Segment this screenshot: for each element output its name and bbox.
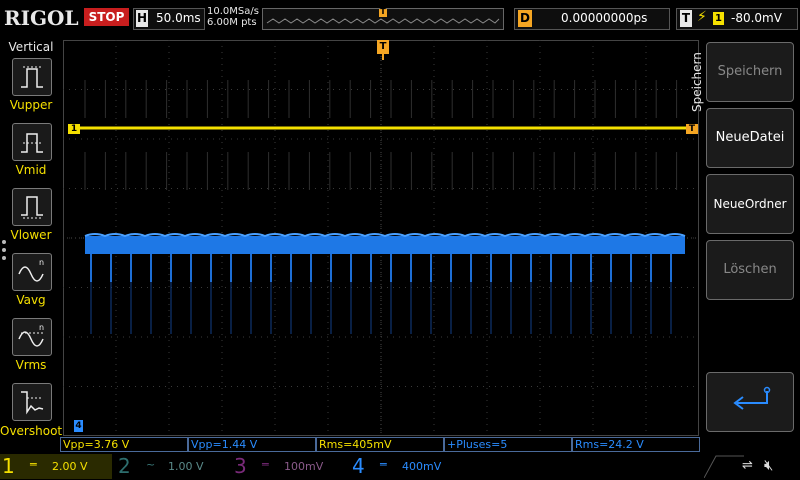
vertical-measure-panel: Vertical Vupper Vmid Vlower n Vavg n Vrm… bbox=[0, 36, 62, 440]
overshoot-label: Overshoot bbox=[0, 424, 63, 438]
neue-ordner-button[interactable]: NeueOrdner bbox=[706, 174, 794, 234]
timebase-value: 50.0ms bbox=[156, 11, 201, 25]
vavg-button[interactable]: n bbox=[12, 253, 52, 291]
measurement-ch4-vpp[interactable]: Vpp=1.44 V bbox=[188, 437, 316, 452]
delay-key: D bbox=[518, 10, 532, 27]
channel-2-number: 2 bbox=[118, 454, 131, 478]
trigger-box[interactable]: T ⚡ 1 -80.0mV bbox=[676, 8, 798, 30]
channel-3-number: 3 bbox=[234, 454, 247, 478]
channel-1-number: 1 bbox=[2, 454, 15, 478]
ch4-waveform-top bbox=[84, 233, 686, 238]
vmid-label: Vmid bbox=[15, 163, 47, 177]
vlower-label: Vlower bbox=[10, 228, 52, 242]
channel-2-scale: 1.00 V bbox=[168, 460, 204, 473]
vmid-button[interactable] bbox=[12, 123, 52, 161]
delay-box[interactable]: D 0.00000000ps bbox=[514, 8, 670, 30]
channel-4-tab[interactable]: 4 ═ 400mV bbox=[350, 454, 462, 479]
measurement-ch1-rms[interactable]: Rms=405mV bbox=[316, 437, 444, 452]
return-arrow-icon bbox=[733, 386, 771, 410]
measurement-ch1-vpp[interactable]: Vpp=3.76 V bbox=[60, 437, 188, 452]
svg-text:n: n bbox=[39, 323, 44, 332]
overshoot-button[interactable] bbox=[12, 383, 52, 421]
vavg-label: Vavg bbox=[16, 293, 46, 307]
channel-2-tab[interactable]: 2 ~ 1.00 V bbox=[116, 454, 228, 479]
waveform-display[interactable] bbox=[63, 40, 699, 436]
channel-4-scale: 400mV bbox=[402, 460, 442, 473]
rising-edge-icon: ⚡ bbox=[697, 9, 707, 25]
overshoot-icon bbox=[21, 391, 44, 415]
status-tab-shape bbox=[704, 455, 744, 478]
channel-bar: 1 ═ 2.00 V 2 ~ 1.00 V 3 ═ 100mV 4 ═ 400m… bbox=[0, 452, 800, 480]
measurement-ch4-rms[interactable]: Rms=24.2 V bbox=[572, 437, 700, 452]
trigger-key: T bbox=[680, 10, 692, 27]
trigger-source: 1 bbox=[713, 12, 724, 25]
trigger-position-stem bbox=[382, 54, 384, 60]
channel-1-scale: 2.00 V bbox=[52, 460, 88, 473]
usb-icon: ⇌ bbox=[742, 458, 753, 473]
vrms-button[interactable]: n bbox=[12, 318, 52, 356]
loeschen-button[interactable]: Löschen bbox=[706, 240, 794, 300]
acquisition-info: 10.0MSa/s 6.00M pts bbox=[207, 6, 259, 28]
trigger-level-marker[interactable]: T bbox=[686, 124, 698, 134]
dc-coupling-icon: ═ bbox=[380, 458, 387, 471]
ch4-waveform-band bbox=[85, 236, 685, 254]
trigger-level: -80.0mV bbox=[731, 11, 782, 25]
rigol-logo: RIGOL bbox=[4, 6, 79, 30]
vlower-button[interactable] bbox=[12, 188, 52, 226]
delay-value: 0.00000000ps bbox=[561, 11, 648, 25]
ac-coupling-icon: ~ bbox=[146, 458, 156, 471]
memory-depth: 6.00M pts bbox=[207, 17, 257, 28]
dc-coupling-icon: ═ bbox=[262, 458, 269, 471]
svg-text:n: n bbox=[39, 258, 44, 267]
vupper-button[interactable] bbox=[12, 58, 52, 96]
measurement-bar: Vpp=3.76 V Vpp=1.44 V Rms=405mV +Pluses=… bbox=[60, 437, 700, 452]
vrms-label: Vrms bbox=[15, 358, 47, 372]
timebase-box[interactable]: H 50.0ms bbox=[133, 8, 205, 30]
channel-3-tab[interactable]: 3 ═ 100mV bbox=[232, 454, 344, 479]
horizontal-key: H bbox=[136, 10, 148, 27]
trigger-position-marker[interactable]: T bbox=[377, 40, 389, 54]
vlower-icon bbox=[21, 196, 43, 219]
dc-coupling-icon: ═ bbox=[30, 458, 37, 471]
memory-overview-window[interactable]: T bbox=[262, 7, 504, 30]
speaker-muted-icon: 🔇︎ bbox=[764, 456, 774, 474]
measurement-ch4-pulses[interactable]: +Pluses=5 bbox=[444, 437, 572, 452]
sample-rate: 10.0MSa/s bbox=[207, 6, 259, 17]
vrms-icon: n bbox=[18, 323, 44, 347]
graticule bbox=[63, 40, 699, 436]
channel-3-scale: 100mV bbox=[284, 460, 324, 473]
run-stop-status[interactable]: STOP bbox=[84, 8, 129, 26]
top-status-bar: RIGOL STOP H 50.0ms 10.0MSa/s 6.00M pts … bbox=[0, 0, 800, 36]
page-indicator-dots bbox=[2, 240, 6, 264]
vupper-icon bbox=[21, 66, 43, 88]
speichern-button[interactable]: Speichern bbox=[706, 42, 794, 102]
menu-title-text: Speichern bbox=[690, 52, 704, 112]
ch4-offset-marker[interactable]: 4 bbox=[74, 420, 83, 432]
ch1-offset-marker[interactable]: 1 bbox=[68, 124, 80, 134]
vupper-label: Vupper bbox=[9, 98, 53, 112]
neue-datei-button[interactable]: NeueDatei bbox=[706, 108, 794, 168]
panel-title: Vertical bbox=[8, 40, 54, 54]
vmid-icon bbox=[21, 133, 43, 153]
return-button[interactable] bbox=[706, 372, 794, 432]
menu-title: Speichern bbox=[686, 52, 706, 120]
vavg-icon: n bbox=[18, 258, 44, 282]
overview-trigger-marker: T bbox=[380, 7, 386, 16]
channel-4-number: 4 bbox=[352, 454, 365, 478]
channel-1-tab[interactable]: 1 ═ 2.00 V bbox=[0, 454, 112, 479]
